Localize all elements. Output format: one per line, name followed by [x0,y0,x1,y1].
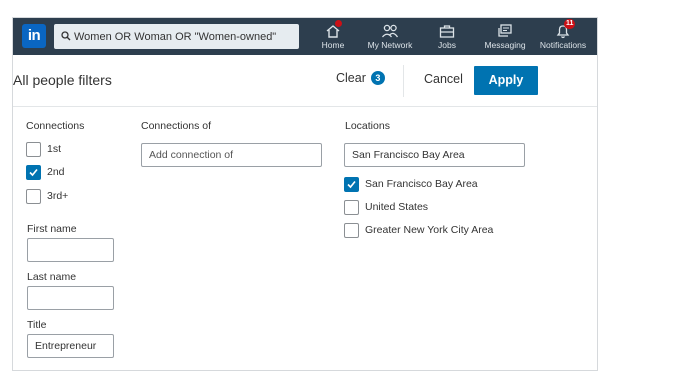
title-field[interactable] [27,334,114,358]
cancel-button[interactable]: Cancel [424,72,463,86]
clear-button-label: Clear [336,71,366,85]
checkbox[interactable] [26,189,41,204]
clear-count-badge: 3 [370,71,385,85]
connection-option-label: 2nd [47,166,65,178]
last-name-field[interactable] [27,286,114,310]
locations-label: Locations [345,120,390,132]
bell-icon: 11 [554,19,576,39]
nav-my-network-label: My Network [367,40,413,50]
nav-notifications-label: Notifications [539,40,587,50]
search-box[interactable] [54,24,299,49]
location-option-label: Greater New York City Area [365,224,494,236]
connection-option-label: 1st [47,143,62,155]
title-label: Title [27,319,47,331]
connections-of-label: Connections of [141,120,212,132]
checkbox-checked[interactable] [26,165,41,180]
first-name-label: First name [27,223,77,235]
last-name-label: Last name [27,271,77,283]
linkedin-logo[interactable]: in [22,24,46,48]
nav-notifications[interactable]: 11 Notifications [536,18,590,55]
connection-option-label: 3rd+ [47,190,69,202]
checkbox[interactable] [26,142,41,157]
search-input[interactable] [74,24,296,49]
checkbox[interactable] [344,223,359,238]
nav-my-network[interactable]: My Network [362,18,418,55]
app-frame: in Home My Network Jobs [12,17,598,371]
notifications-badge: 11 [564,19,576,29]
clear-button[interactable]: Clear 3 [336,71,385,85]
home-notification-dot [335,20,342,27]
header-divider [403,65,404,97]
checkmark-icon [347,180,356,189]
checkbox-checked[interactable] [344,177,359,192]
nav-messaging-label: Messaging [484,40,526,50]
connections-label: Connections [26,120,85,132]
nav-messaging[interactable]: Messaging [480,18,530,55]
page-title: All people filters [13,72,112,88]
connections-of-input[interactable] [141,143,322,167]
apply-button[interactable]: Apply [474,66,538,95]
checkbox[interactable] [344,200,359,215]
location-option-label: United States [365,201,429,213]
nav-jobs[interactable]: Jobs [431,18,463,55]
nav-home-label: Home [321,40,345,50]
home-icon [324,20,342,39]
top-nav: in Home My Network Jobs [13,18,597,55]
location-option-label: San Francisco Bay Area [365,178,478,190]
first-name-field[interactable] [27,238,114,262]
locations-input[interactable] [344,143,525,167]
search-icon [61,31,71,41]
checkmark-icon [29,168,38,177]
nav-home[interactable]: Home [313,18,353,55]
nav-jobs-label: Jobs [438,40,456,50]
briefcase-icon [438,23,456,39]
messaging-icon [496,23,514,39]
people-icon [381,23,399,39]
filters-header: All people filters Clear 3 Cancel Apply [13,55,597,107]
